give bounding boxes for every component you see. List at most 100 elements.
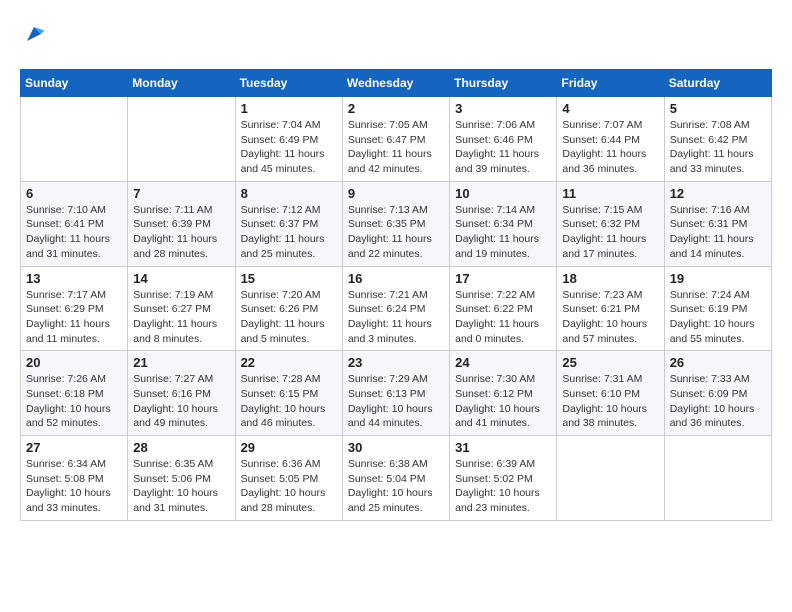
calendar-cell: 20 Sunrise: 7:26 AM Sunset: 6:18 PM Dayli… — [21, 351, 128, 436]
day-number: 27 — [26, 440, 122, 455]
calendar-cell: 21 Sunrise: 7:27 AM Sunset: 6:16 PM Dayli… — [128, 351, 235, 436]
day-info: Sunrise: 6:35 AM Sunset: 5:06 PM Dayligh… — [133, 457, 229, 516]
day-info: Sunrise: 7:07 AM Sunset: 6:44 PM Dayligh… — [562, 118, 658, 177]
calendar-table: SundayMondayTuesdayWednesdayThursdayFrid… — [20, 69, 772, 521]
day-number: 6 — [26, 186, 122, 201]
calendar-cell: 28 Sunrise: 6:35 AM Sunset: 5:06 PM Dayli… — [128, 436, 235, 521]
day-number: 14 — [133, 271, 229, 286]
day-info: Sunrise: 6:34 AM Sunset: 5:08 PM Dayligh… — [26, 457, 122, 516]
day-info: Sunrise: 7:23 AM Sunset: 6:21 PM Dayligh… — [562, 288, 658, 347]
calendar-cell: 15 Sunrise: 7:20 AM Sunset: 6:26 PM Dayli… — [235, 266, 342, 351]
day-info: Sunrise: 7:19 AM Sunset: 6:27 PM Dayligh… — [133, 288, 229, 347]
day-number: 10 — [455, 186, 551, 201]
calendar-cell — [128, 97, 235, 182]
calendar-cell: 18 Sunrise: 7:23 AM Sunset: 6:21 PM Dayli… — [557, 266, 664, 351]
day-info: Sunrise: 7:15 AM Sunset: 6:32 PM Dayligh… — [562, 203, 658, 262]
day-number: 23 — [348, 355, 444, 370]
day-number: 2 — [348, 101, 444, 116]
calendar-cell: 29Sunrise: 6:36 AM Sunset: 5:05 PM Dayli… — [235, 436, 342, 521]
day-number: 7 — [133, 186, 229, 201]
day-info: Sunrise: 7:26 AM Sunset: 6:18 PM Dayligh… — [26, 372, 122, 431]
calendar-cell: 4 Sunrise: 7:07 AM Sunset: 6:44 PM Daylig… — [557, 97, 664, 182]
day-number: 9 — [348, 186, 444, 201]
day-info: Sunrise: 7:04 AM Sunset: 6:49 PM Dayligh… — [241, 118, 337, 177]
day-number: 12 — [670, 186, 766, 201]
calendar-cell — [664, 436, 771, 521]
calendar-cell: 5 Sunrise: 7:08 AM Sunset: 6:42 PM Daylig… — [664, 97, 771, 182]
day-number: 13 — [26, 271, 122, 286]
calendar-cell: 10 Sunrise: 7:14 AM Sunset: 6:34 PM Dayli… — [450, 181, 557, 266]
day-header-monday: Monday — [128, 70, 235, 97]
calendar-cell: 12 Sunrise: 7:16 AM Sunset: 6:31 PM Dayli… — [664, 181, 771, 266]
day-header-sunday: Sunday — [21, 70, 128, 97]
day-info: Sunrise: 7:31 AM Sunset: 6:10 PM Dayligh… — [562, 372, 658, 431]
day-number: 30 — [348, 440, 444, 455]
day-header-wednesday: Wednesday — [342, 70, 449, 97]
day-number: 31 — [455, 440, 551, 455]
page-header — [20, 20, 772, 53]
calendar-cell: 24Sunrise: 7:30 AM Sunset: 6:12 PM Dayli… — [450, 351, 557, 436]
day-info: Sunrise: 7:08 AM Sunset: 6:42 PM Dayligh… — [670, 118, 766, 177]
logo — [20, 20, 52, 53]
day-info: Sunrise: 7:12 AM Sunset: 6:37 PM Dayligh… — [241, 203, 337, 262]
day-number: 4 — [562, 101, 658, 116]
calendar-cell: 31 Sunrise: 6:39 AM Sunset: 5:02 PM Dayli… — [450, 436, 557, 521]
day-info: Sunrise: 7:28 AM Sunset: 6:15 PM Dayligh… — [241, 372, 337, 431]
calendar-cell — [21, 97, 128, 182]
day-header-friday: Friday — [557, 70, 664, 97]
day-info: Sunrise: 7:14 AM Sunset: 6:34 PM Dayligh… — [455, 203, 551, 262]
day-number: 19 — [670, 271, 766, 286]
day-info: Sunrise: 7:10 AM Sunset: 6:41 PM Dayligh… — [26, 203, 122, 262]
day-info: Sunrise: 6:38 AM Sunset: 5:04 PM Dayligh… — [348, 457, 444, 516]
day-info: Sunrise: 7:17 AM Sunset: 6:29 PM Dayligh… — [26, 288, 122, 347]
day-number: 3 — [455, 101, 551, 116]
calendar-cell: 19 Sunrise: 7:24 AM Sunset: 6:19 PM Dayli… — [664, 266, 771, 351]
day-number: 1 — [241, 101, 337, 116]
calendar-cell: 16Sunrise: 7:21 AM Sunset: 6:24 PM Dayli… — [342, 266, 449, 351]
day-header-saturday: Saturday — [664, 70, 771, 97]
calendar-cell: 9Sunrise: 7:13 AM Sunset: 6:35 PM Daylig… — [342, 181, 449, 266]
day-header-tuesday: Tuesday — [235, 70, 342, 97]
calendar-cell: 6 Sunrise: 7:10 AM Sunset: 6:41 PM Daylig… — [21, 181, 128, 266]
day-info: Sunrise: 6:36 AM Sunset: 5:05 PM Dayligh… — [241, 457, 337, 516]
day-number: 20 — [26, 355, 122, 370]
day-info: Sunrise: 7:16 AM Sunset: 6:31 PM Dayligh… — [670, 203, 766, 262]
calendar-cell: 22 Sunrise: 7:28 AM Sunset: 6:15 PM Dayli… — [235, 351, 342, 436]
day-number: 26 — [670, 355, 766, 370]
day-number: 17 — [455, 271, 551, 286]
day-info: Sunrise: 6:39 AM Sunset: 5:02 PM Dayligh… — [455, 457, 551, 516]
day-info: Sunrise: 7:05 AM Sunset: 6:47 PM Dayligh… — [348, 118, 444, 177]
day-info: Sunrise: 7:24 AM Sunset: 6:19 PM Dayligh… — [670, 288, 766, 347]
day-info: Sunrise: 7:33 AM Sunset: 6:09 PM Dayligh… — [670, 372, 766, 431]
day-info: Sunrise: 7:11 AM Sunset: 6:39 PM Dayligh… — [133, 203, 229, 262]
calendar-cell: 14 Sunrise: 7:19 AM Sunset: 6:27 PM Dayli… — [128, 266, 235, 351]
calendar-cell: 26 Sunrise: 7:33 AM Sunset: 6:09 PM Dayli… — [664, 351, 771, 436]
day-header-thursday: Thursday — [450, 70, 557, 97]
day-info: Sunrise: 7:29 AM Sunset: 6:13 PM Dayligh… — [348, 372, 444, 431]
day-info: Sunrise: 7:30 AM Sunset: 6:12 PM Dayligh… — [455, 372, 551, 431]
calendar-cell: 7 Sunrise: 7:11 AM Sunset: 6:39 PM Daylig… — [128, 181, 235, 266]
calendar-cell: 25 Sunrise: 7:31 AM Sunset: 6:10 PM Dayli… — [557, 351, 664, 436]
day-info: Sunrise: 7:20 AM Sunset: 6:26 PM Dayligh… — [241, 288, 337, 347]
day-number: 18 — [562, 271, 658, 286]
day-number: 21 — [133, 355, 229, 370]
day-info: Sunrise: 7:22 AM Sunset: 6:22 PM Dayligh… — [455, 288, 551, 347]
day-number: 15 — [241, 271, 337, 286]
calendar-cell: 8 Sunrise: 7:12 AM Sunset: 6:37 PM Daylig… — [235, 181, 342, 266]
day-number: 25 — [562, 355, 658, 370]
calendar-cell: 27 Sunrise: 6:34 AM Sunset: 5:08 PM Dayli… — [21, 436, 128, 521]
calendar-cell — [557, 436, 664, 521]
calendar-cell: 17 Sunrise: 7:22 AM Sunset: 6:22 PM Dayli… — [450, 266, 557, 351]
day-info: Sunrise: 7:27 AM Sunset: 6:16 PM Dayligh… — [133, 372, 229, 431]
day-number: 8 — [241, 186, 337, 201]
calendar-cell: 30 Sunrise: 6:38 AM Sunset: 5:04 PM Dayli… — [342, 436, 449, 521]
day-number: 28 — [133, 440, 229, 455]
calendar-cell: 11Sunrise: 7:15 AM Sunset: 6:32 PM Dayli… — [557, 181, 664, 266]
calendar-cell: 23 Sunrise: 7:29 AM Sunset: 6:13 PM Dayli… — [342, 351, 449, 436]
calendar-cell: 1 Sunrise: 7:04 AM Sunset: 6:49 PM Daylig… — [235, 97, 342, 182]
day-number: 5 — [670, 101, 766, 116]
day-number: 22 — [241, 355, 337, 370]
day-info: Sunrise: 7:21 AM Sunset: 6:24 PM Dayligh… — [348, 288, 444, 347]
calendar-cell: 2 Sunrise: 7:05 AM Sunset: 6:47 PM Daylig… — [342, 97, 449, 182]
calendar-cell: 13 Sunrise: 7:17 AM Sunset: 6:29 PM Dayli… — [21, 266, 128, 351]
